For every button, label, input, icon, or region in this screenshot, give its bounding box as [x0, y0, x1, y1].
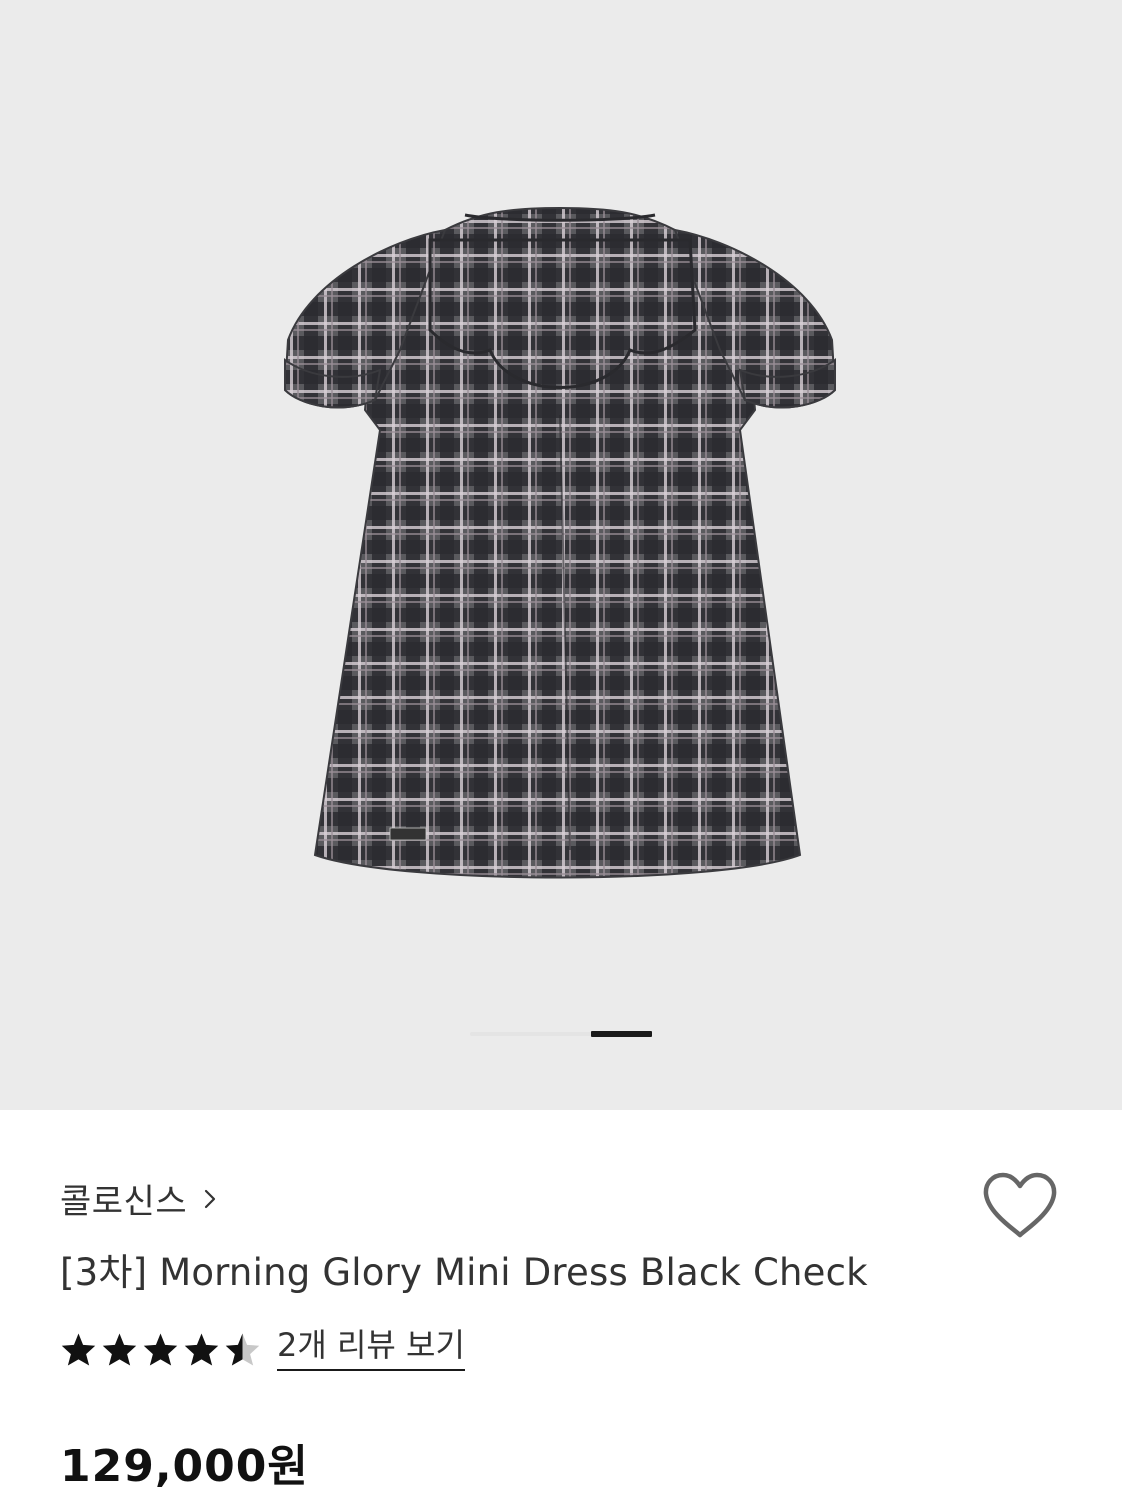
product-image-gallery[interactable] — [0, 0, 1122, 1110]
slide-indicator-thumb — [591, 1031, 652, 1037]
chevron-right-icon — [205, 1189, 216, 1208]
wishlist-heart-icon[interactable] — [982, 1172, 1058, 1240]
product-title: [3차] Morning Glory Mini Dress Black Chec… — [60, 1251, 868, 1294]
rating-row: 2개 리뷰 보기 — [60, 1327, 465, 1372]
slide-indicator[interactable] — [470, 1031, 652, 1037]
star-icon — [61, 1333, 96, 1366]
star-icon — [143, 1333, 178, 1366]
product-info-panel: 콜로신스 [3차] Morning Glory Mini Dress Black… — [0, 1110, 1122, 1500]
product-price: 129,000원 — [60, 1441, 309, 1492]
star-icon — [102, 1333, 137, 1366]
product-image — [283, 206, 837, 879]
brand-link[interactable]: 콜로신스 — [60, 1174, 217, 1223]
star-rating — [60, 1332, 261, 1367]
star-half-icon — [225, 1333, 260, 1366]
brand-name: 콜로신스 — [60, 1182, 188, 1222]
star-icon — [184, 1333, 219, 1366]
review-link[interactable]: 2개 리뷰 보기 — [277, 1327, 465, 1372]
